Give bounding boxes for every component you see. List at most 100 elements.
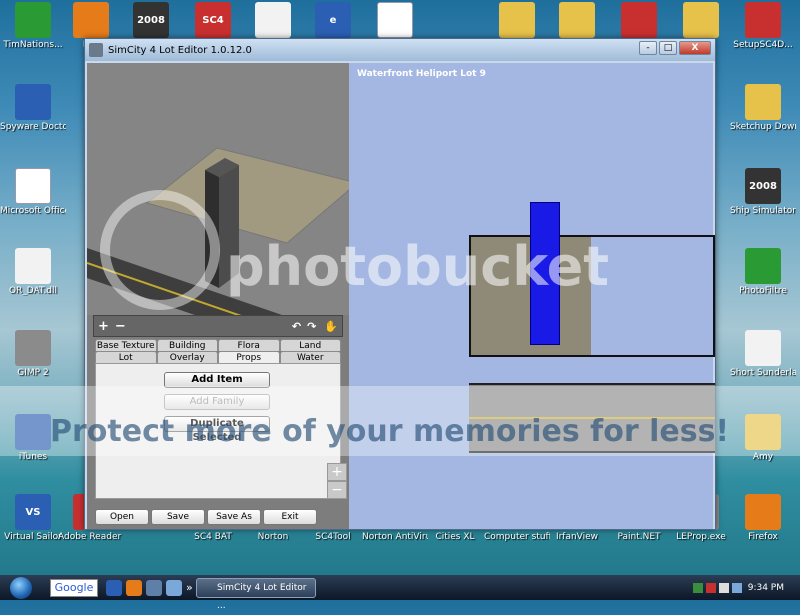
desktop-icon[interactable]: Spyware Doctor	[0, 84, 66, 132]
green-app-icon	[15, 2, 51, 38]
tab-water[interactable]: Water	[279, 351, 341, 363]
selected-prop-highlight[interactable]	[530, 202, 560, 345]
gimp-icon	[15, 330, 51, 366]
add-button[interactable]: +	[98, 319, 109, 334]
desktop-icon[interactable]: e	[300, 2, 366, 40]
desktop-icon[interactable]	[544, 2, 610, 40]
add-item-button[interactable]: Add Item	[164, 372, 270, 388]
tab-flora[interactable]: Flora	[218, 339, 280, 351]
desktop-icon[interactable]: Amy	[730, 414, 796, 462]
duplicate-selected-button[interactable]: Duplicate Selected	[164, 416, 270, 443]
close-button[interactable]: X	[679, 41, 711, 55]
rotate-right-icon[interactable]: ↷	[307, 320, 316, 333]
show-desktop-icon[interactable]	[146, 579, 162, 596]
hand-pan-icon[interactable]: ✋	[324, 320, 338, 333]
desktop-icon[interactable]: TimNations...	[0, 2, 66, 50]
folder-icon	[499, 2, 535, 38]
desktop-icon-label: PhotoFiltre	[739, 286, 787, 296]
remove-button[interactable]: −	[115, 319, 126, 334]
exit-button[interactable]: Exit	[263, 509, 317, 525]
desktop-icon[interactable]	[606, 2, 672, 40]
desktop-icon-label: Ship Simulator...	[730, 206, 796, 216]
tab-props[interactable]: Props	[218, 351, 280, 363]
desktop-icon-label: LEProp.exe	[676, 532, 726, 542]
desktop-icon[interactable]	[668, 2, 734, 40]
ship-simulator-icon: 2008	[745, 168, 781, 204]
minimize-button[interactable]: -	[639, 41, 657, 55]
window-titlebar[interactable]: SimCity 4 Lot Editor 1.0.12.0	[85, 39, 715, 61]
taskbar-lot-editor-button[interactable]: SimCity 4 Lot Editor ...	[196, 578, 316, 611]
word-doc-icon: W	[377, 2, 413, 38]
zoom-out-button[interactable]: −	[327, 481, 347, 499]
firefox-quicklaunch-icon[interactable]	[126, 579, 142, 596]
desktop-icon-label: SC4 BAT	[194, 532, 232, 542]
internet-explorer-icon: e	[315, 2, 351, 38]
desktop-icon-label: Norton AntiVirus	[362, 532, 428, 542]
tab-lot[interactable]: Lot	[95, 351, 157, 363]
open-button[interactable]: Open	[95, 509, 149, 525]
desktop-icon[interactable]: Firefox	[730, 494, 796, 542]
lot-layout-view[interactable]: Waterfront Heliport Lot 9 + −	[327, 63, 715, 529]
desktop-icon[interactable]: SetupSC4D...	[730, 2, 796, 50]
desktop-icon[interactable]: PhotoFiltre	[730, 248, 796, 296]
google-search-box[interactable]: Google	[50, 578, 98, 597]
firefox-icon	[745, 494, 781, 530]
desktop-icon[interactable]	[240, 2, 306, 40]
desktop-icon[interactable]: W	[362, 2, 428, 40]
pad-side	[219, 165, 239, 288]
3d-preview-pane[interactable]	[87, 63, 349, 315]
left-control-panel: + − ↶ ↷ ✋ Base Texture Building Flora Land …	[87, 315, 349, 529]
desktop-icon-label: Cities XL	[435, 532, 475, 542]
save-button[interactable]: Save	[151, 509, 205, 525]
desktop-icon[interactable]: Sketchup Downloads	[730, 84, 796, 132]
house-icon	[73, 2, 109, 38]
quicklaunch-more-icon[interactable]: »	[186, 581, 193, 594]
ie-quicklaunch-icon[interactable]	[106, 579, 122, 596]
desktop-icon[interactable]: iTunes	[0, 414, 66, 462]
desktop-icon[interactable]: SC4	[180, 2, 246, 40]
item-control-bar: + − ↶ ↷ ✋	[93, 315, 343, 337]
desktop-icon-label: Adobe Reader somebodys... 8	[58, 532, 124, 542]
switch-windows-icon[interactable]	[166, 579, 182, 596]
desktop-icon-label: Sketchup Downloads	[730, 122, 796, 132]
desktop-icon[interactable]: GIMP 2	[0, 330, 66, 378]
desktop-icon[interactable]: OR_DAT.dll	[0, 248, 66, 296]
sc4-2008-icon: 2008	[133, 2, 169, 38]
tray-icon-1[interactable]	[692, 582, 703, 593]
desktop-icon-label: Virtual Sailor	[4, 532, 62, 542]
network-icon[interactable]	[731, 582, 742, 593]
road-yellow-line	[469, 417, 715, 419]
tab-land[interactable]: Land	[279, 339, 341, 351]
tab-building[interactable]: Building	[156, 339, 218, 351]
desktop-icon-label: Paint.NET	[617, 532, 661, 542]
tray-icon-2[interactable]	[705, 582, 716, 593]
save-as-button[interactable]: Save As	[207, 509, 261, 525]
desktop-icon-label: Firefox	[748, 532, 778, 542]
paint-icon	[621, 2, 657, 38]
desktop-icon[interactable]: Short Sunderla...	[730, 330, 796, 378]
add-family-button[interactable]: Add Family	[164, 394, 270, 410]
rotate-left-icon[interactable]: ↶	[292, 320, 301, 333]
folder-icon	[745, 84, 781, 120]
desktop-icon-label: Amy	[752, 452, 774, 462]
lot-editor-app-icon	[89, 43, 103, 57]
system-tray: 9:34 PM	[690, 575, 800, 600]
google-earth-icon	[745, 330, 781, 366]
desktop-icon[interactable]: 2008	[118, 2, 184, 40]
itunes-icon	[15, 414, 51, 450]
maximize-button[interactable]: □	[659, 41, 677, 55]
document-icon	[255, 2, 291, 38]
dll-file-icon	[15, 248, 51, 284]
desktop-icon[interactable]: W Microsoft Office Wo...	[0, 168, 66, 216]
zoom-in-button[interactable]: +	[327, 463, 347, 481]
tab-base-texture[interactable]: Base Texture	[95, 339, 157, 351]
volume-icon[interactable]	[718, 582, 729, 593]
desktop-icon[interactable]	[484, 2, 550, 40]
desktop-icon-label: Norton	[257, 532, 289, 542]
clock[interactable]: 9:34 PM	[748, 583, 784, 593]
desktop-icon[interactable]: VS Virtual Sailor	[0, 494, 66, 542]
desktop-icon[interactable]: 2008 Ship Simulator...	[730, 168, 796, 216]
tab-overlay-texture[interactable]: Overlay Texture	[156, 351, 218, 375]
start-button[interactable]	[0, 575, 42, 600]
tab-row-2: LotOverlay TexturePropsWater	[95, 351, 341, 375]
